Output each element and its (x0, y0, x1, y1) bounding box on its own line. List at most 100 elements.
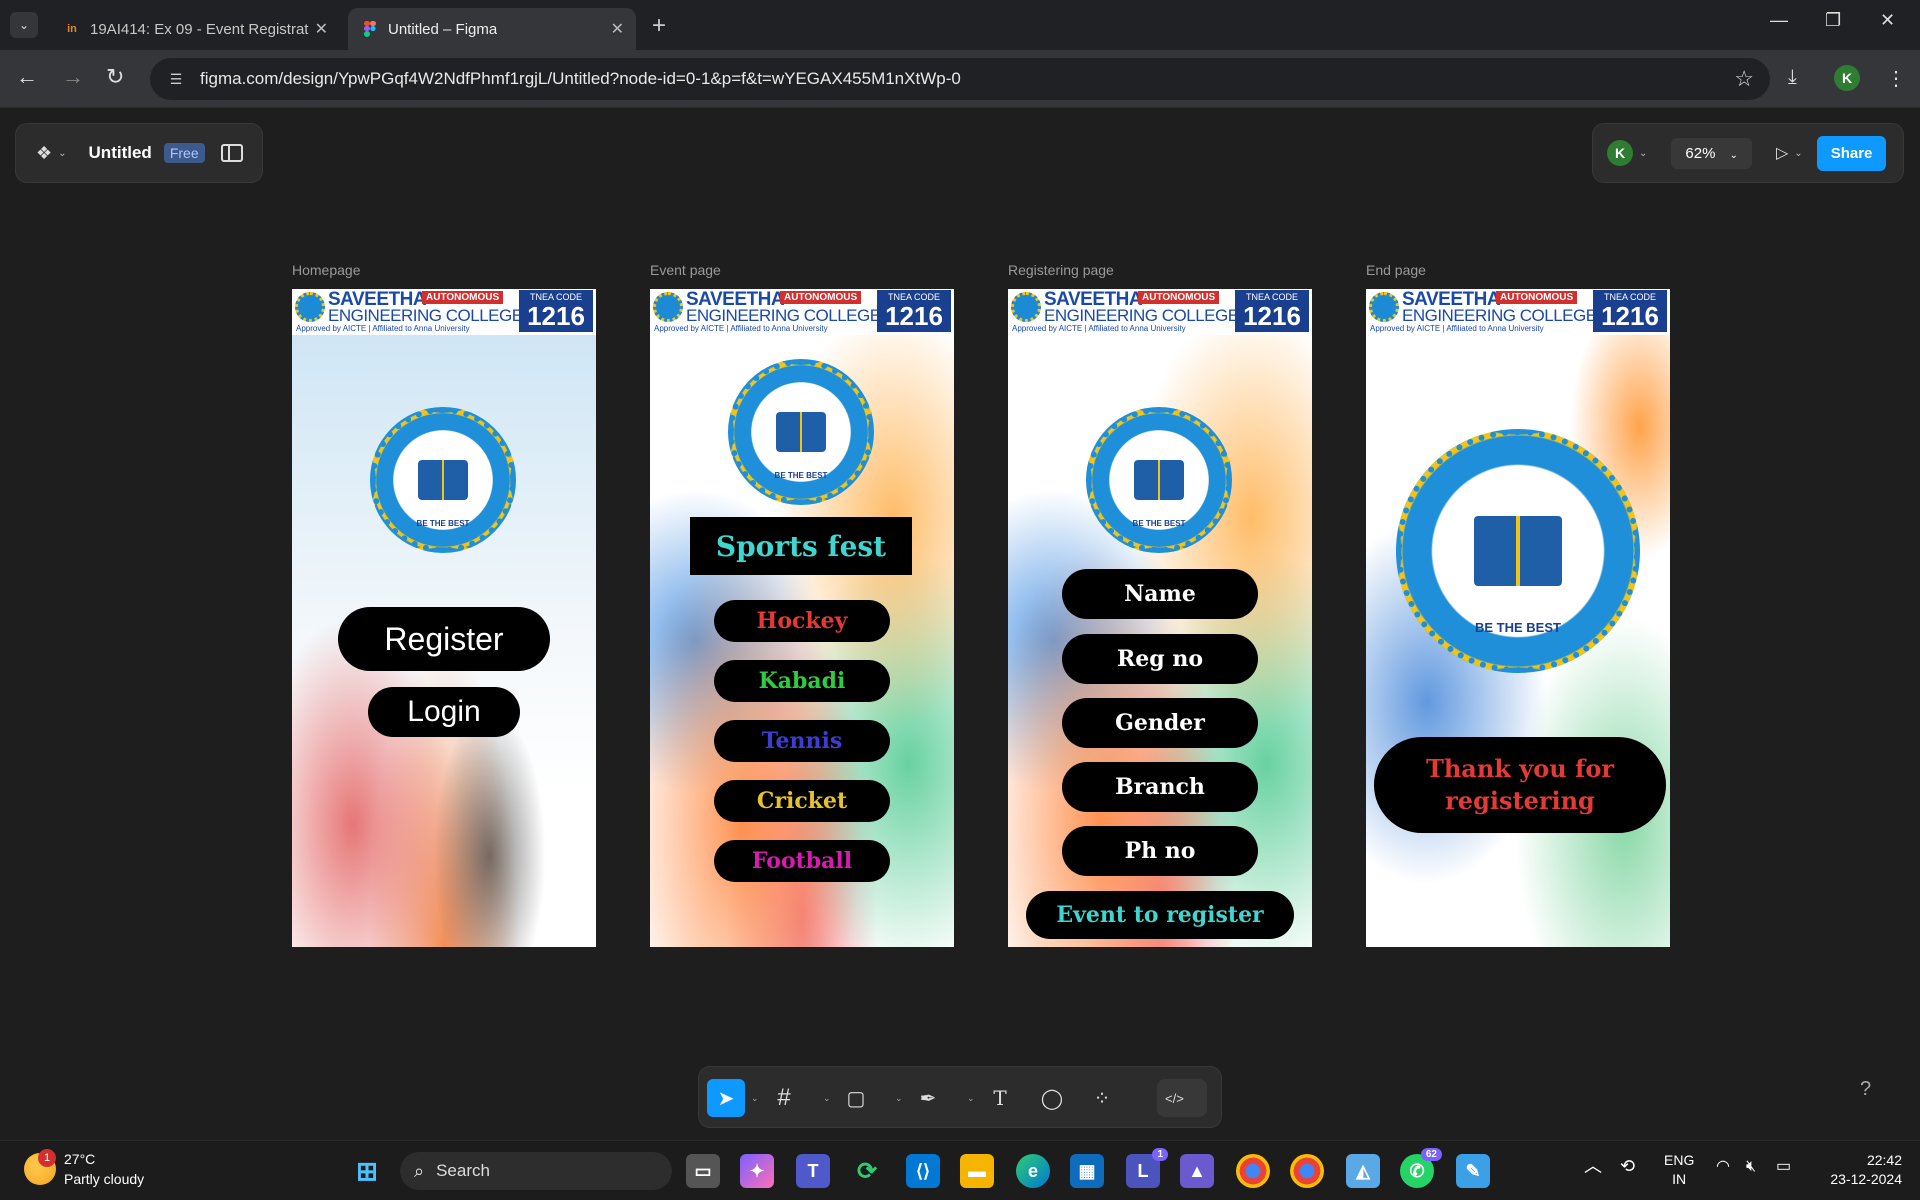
tnea-code-box: TNEA CODE 1216 (519, 290, 593, 332)
battery-icon[interactable]: ▭ (1776, 1157, 1791, 1176)
frame-label-homepage[interactable]: Homepage (292, 262, 361, 278)
avatar-initial: K (1607, 140, 1633, 166)
forward-icon[interactable]: → (62, 64, 84, 90)
frame-end-page[interactable]: SAVEETHA AUTONOMOUS ENGINEERING COLLEGE … (1366, 289, 1670, 947)
task-view-icon[interactable]: ▭ (686, 1154, 720, 1188)
chevron-down-icon[interactable]: ⌄ (1639, 148, 1647, 159)
download-icon[interactable]: ⤓ (1788, 66, 1797, 89)
chevron-down-icon[interactable]: ⌄ (1794, 148, 1802, 159)
file-name[interactable]: Untitled (89, 143, 152, 163)
college-seal-logo: SAVEETHA BE THE BEST (370, 407, 516, 553)
store-icon[interactable]: ▦ (1070, 1154, 1104, 1188)
frame-homepage[interactable]: SAVEETHA AUTONOMOUS ENGINEERING COLLEGE … (292, 289, 596, 947)
present-play-icon[interactable]: ▷ (1776, 143, 1788, 163)
refresh-app-icon[interactable]: ⟳ (850, 1154, 884, 1188)
event-cricket-button[interactable]: Cricket (714, 780, 890, 822)
wifi-icon[interactable]: ◠ (1716, 1157, 1730, 1176)
reload-icon[interactable]: ↻ (106, 64, 124, 90)
dev-mode-toggle[interactable]: </> (1157, 1079, 1207, 1117)
copilot-icon[interactable]: ✦ (740, 1154, 774, 1188)
profile-avatar[interactable]: K (1834, 65, 1860, 91)
site-favicon-icon: in (67, 23, 77, 35)
taskbar-search[interactable]: ⌕ Search (400, 1152, 672, 1190)
collaborator-avatar[interactable]: K (1607, 140, 1633, 166)
thank-you-message: Thank you for registering (1374, 737, 1666, 833)
frame-label-end-page[interactable]: End page (1366, 262, 1426, 278)
frame-event-page[interactable]: SAVEETHA AUTONOMOUS ENGINEERING COLLEGE … (650, 289, 954, 947)
minimize-icon[interactable]: — (1770, 10, 1788, 31)
close-window-icon[interactable]: ✕ (1880, 10, 1895, 31)
browser-menu-icon[interactable]: ⋮ (1886, 66, 1906, 91)
file-header-panel: ❖ ⌄ Untitled Free (15, 123, 263, 183)
actions-tool-icon[interactable]: ⁘ (1083, 1079, 1121, 1117)
photos-icon[interactable]: ◭ (1346, 1154, 1380, 1188)
chevron-down-icon[interactable]: ⌄ (823, 1093, 831, 1104)
file-explorer-icon[interactable]: ▬ (960, 1154, 994, 1188)
whatsapp-icon[interactable]: ✆ 62 (1400, 1148, 1442, 1188)
teams-icon[interactable]: T (796, 1154, 830, 1188)
branch-field[interactable]: Branch (1062, 762, 1258, 812)
site-info-icon[interactable]: ☰ (166, 69, 186, 89)
close-tab-icon[interactable]: ✕ (611, 19, 624, 39)
back-icon[interactable]: ← (16, 64, 38, 90)
zoom-control[interactable]: 62% ⌄ (1671, 137, 1752, 169)
language-indicator[interactable]: ENG IN (1664, 1151, 1694, 1189)
tab-list-chevron-icon[interactable]: ⌄ (10, 12, 38, 38)
profile-initial: K (1834, 65, 1860, 91)
text-tool-icon[interactable]: T (981, 1079, 1019, 1117)
gender-field[interactable]: Gender (1062, 698, 1258, 748)
app-triangle-icon[interactable]: ▲ (1180, 1154, 1214, 1188)
windows-start-icon[interactable]: ⊞ (350, 1154, 384, 1188)
phone-field[interactable]: Ph no (1062, 826, 1258, 876)
chrome-profile-icon[interactable] (1290, 1154, 1324, 1188)
sync-icon[interactable]: ⟲ (1620, 1157, 1635, 1176)
toggle-sidebar-icon[interactable] (220, 144, 243, 162)
event-football-button[interactable]: Football (714, 840, 890, 882)
vscode-icon[interactable]: ⟨⟩ (906, 1154, 940, 1188)
speaker-muted-icon[interactable]: 🔇︎ (1746, 1157, 1756, 1176)
event-tennis-button[interactable]: Tennis (714, 720, 890, 762)
weather-widget[interactable]: 1 27°C Partly cloudy (24, 1149, 144, 1189)
close-tab-icon[interactable]: ✕ (315, 19, 328, 39)
clock[interactable]: 22:42 23-12-2024 (1816, 1151, 1902, 1189)
college-header-banner: SAVEETHA AUTONOMOUS ENGINEERING COLLEGE … (650, 289, 954, 335)
login-button[interactable]: Login (368, 687, 520, 737)
chrome-icon[interactable] (1236, 1154, 1270, 1188)
frame-label-event-page[interactable]: Event page (650, 262, 721, 278)
figma-menu-icon[interactable]: ❖ (36, 143, 52, 164)
sports-fest-title: Sports fest (690, 517, 912, 575)
move-tool-icon[interactable]: ➤ (707, 1079, 745, 1117)
url-text[interactable]: figma.com/design/YpwPGqf4W2NdfPhmf1rgjL/… (200, 69, 961, 89)
chevron-down-icon[interactable]: ⌄ (967, 1093, 975, 1104)
event-hockey-button[interactable]: Hockey (714, 600, 890, 642)
address-bar[interactable]: ☰ figma.com/design/YpwPGqf4W2NdfPhmf1rgj… (150, 58, 1770, 100)
figma-canvas[interactable]: ❖ ⌄ Untitled Free K ⌄ 62% ⌄ ▷ ⌄ Share Ho… (0, 108, 1920, 1140)
chevron-down-icon[interactable]: ⌄ (751, 1093, 759, 1104)
chevron-down-icon[interactable]: ⌄ (58, 148, 66, 159)
tray-overflow-chevron-icon[interactable]: ︿ (1584, 1157, 1602, 1176)
rectangle-tool-icon[interactable]: ▢ (837, 1079, 875, 1117)
frame-registering-page[interactable]: SAVEETHA AUTONOMOUS ENGINEERING COLLEGE … (1008, 289, 1312, 947)
weather-temperature: 27°C (64, 1151, 96, 1167)
chevron-down-icon[interactable]: ⌄ (895, 1093, 903, 1104)
bookmark-star-icon[interactable]: ☆ (1734, 66, 1754, 92)
new-tab-button[interactable]: + (652, 12, 666, 40)
edge-icon[interactable]: e (1016, 1154, 1050, 1188)
share-button[interactable]: Share (1816, 135, 1887, 171)
name-field[interactable]: Name (1062, 569, 1258, 619)
frame-label-registering-page[interactable]: Registering page (1008, 262, 1114, 278)
browser-tab-bar: ⌄ in 19AI414: Ex 09 - Event Registrat ✕ … (0, 0, 1920, 50)
register-button[interactable]: Register (338, 607, 550, 671)
event-kabadi-button[interactable]: Kabadi (714, 660, 890, 702)
reg-no-field[interactable]: Reg no (1062, 634, 1258, 684)
pen-tool-icon[interactable]: ✒ (909, 1079, 947, 1117)
help-icon[interactable]: ? (1860, 1078, 1871, 1101)
paint-icon[interactable]: ✎ (1456, 1154, 1490, 1188)
tab-event-registration[interactable]: in 19AI414: Ex 09 - Event Registrat ✕ (50, 8, 340, 50)
comment-tool-icon[interactable]: ◯ (1033, 1079, 1071, 1117)
event-to-register-button[interactable]: Event to register (1026, 891, 1294, 939)
teams-chat-icon[interactable]: L1 (1126, 1148, 1168, 1188)
frame-tool-icon[interactable]: # (765, 1079, 803, 1117)
tab-figma[interactable]: Untitled – Figma ✕ (348, 8, 636, 50)
restore-icon[interactable]: ❐ (1825, 10, 1841, 31)
